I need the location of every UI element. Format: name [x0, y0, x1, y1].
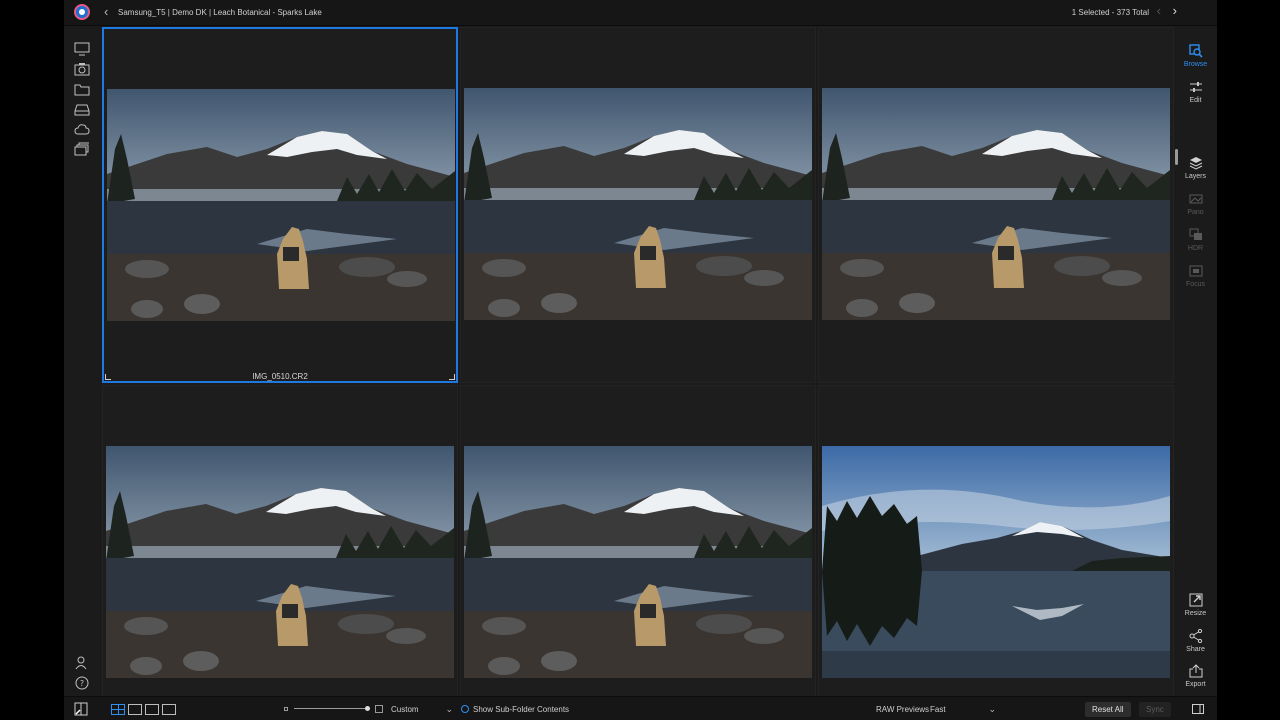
share-button[interactable]: Share — [1174, 629, 1217, 653]
pano-label: Pano — [1187, 209, 1204, 216]
photo-thumbnail[interactable] — [822, 446, 1170, 678]
photo-thumbnail[interactable] — [464, 446, 812, 678]
selection-corner-icon — [105, 374, 111, 380]
left-rail: ? — [64, 26, 100, 696]
svg-text:?: ? — [80, 679, 84, 688]
camera-icon[interactable] — [74, 62, 90, 76]
breadcrumb: Samsung_T5 | Demo DK | Leach Botanical -… — [118, 8, 322, 17]
reset-all-label: Reset All — [1085, 701, 1131, 717]
cloud-icon[interactable] — [74, 122, 90, 136]
chevron-down-icon: ⌄ — [445, 703, 453, 714]
sync-button[interactable]: Sync — [1139, 697, 1171, 720]
photo-thumbnail[interactable] — [106, 446, 454, 678]
selection-counter: 1 Selected - 373 Total — [1071, 8, 1149, 17]
edit-label: Edit — [1189, 97, 1202, 104]
browse-module-button[interactable]: Browse — [1174, 44, 1217, 68]
single-view-icon[interactable] — [128, 703, 142, 715]
top-bar: ‹ Samsung_T5 | Demo DK | Leach Botanical… — [64, 0, 1217, 26]
back-chevron-icon[interactable]: ‹ — [104, 5, 108, 19]
resize-label: Resize — [1184, 610, 1207, 617]
app-window: ‹ Samsung_T5 | Demo DK | Leach Botanical… — [64, 0, 1217, 720]
share-icon — [1189, 629, 1203, 643]
previous-icon[interactable]: ‹ — [1157, 4, 1161, 18]
raw-previews-dropdown[interactable]: Fast ⌄ — [930, 697, 996, 720]
reset-all-button[interactable]: Reset All — [1085, 697, 1131, 720]
compare-view-icon[interactable] — [162, 703, 176, 715]
hdr-button[interactable]: HDR — [1174, 228, 1217, 252]
view-mode-switcher — [111, 697, 179, 720]
albums-icon[interactable] — [74, 142, 90, 156]
thumbnail-grid: IMG_0510.CR2 — [102, 27, 1174, 720]
export-button[interactable]: Export — [1174, 664, 1217, 688]
user-icon[interactable] — [74, 656, 90, 670]
thumbnail-cell[interactable]: IMG_0510.CR2 — [102, 27, 458, 383]
export-label: Export — [1185, 681, 1206, 688]
sync-label: Sync — [1139, 701, 1171, 717]
browse-icon — [1188, 44, 1203, 58]
photo-thumbnail[interactable] — [464, 88, 812, 320]
browse-label: Browse — [1183, 61, 1208, 68]
export-icon — [1189, 664, 1203, 678]
thumbnail-filename: IMG_0510.CR2 — [252, 372, 308, 381]
drive-icon[interactable] — [74, 102, 90, 116]
hdr-icon — [1189, 228, 1203, 242]
thumbnail-size-slider[interactable] — [294, 708, 370, 709]
focus-icon — [1189, 264, 1203, 278]
slider-knob[interactable] — [365, 706, 370, 711]
next-icon[interactable]: › — [1173, 4, 1177, 18]
share-label: Share — [1186, 646, 1205, 653]
pano-button[interactable]: Pano — [1174, 192, 1217, 216]
sliders-icon — [1189, 80, 1203, 94]
selection-corner-icon — [449, 374, 455, 380]
radio-icon — [461, 705, 469, 713]
pano-icon — [1189, 192, 1203, 206]
bottom-bar: Custom ⌄ Show Sub-Folder Contents RAW Pr… — [64, 696, 1217, 720]
photo-thumbnail[interactable] — [822, 88, 1170, 320]
help-icon[interactable]: ? — [74, 676, 90, 690]
resize-button[interactable]: Resize — [1174, 593, 1217, 617]
thumb-size-large-icon — [375, 697, 383, 720]
sort-value: Custom — [391, 704, 419, 714]
compare-icon[interactable] — [74, 697, 88, 720]
right-rail: Browse Edit Layers Pano HDR Focus Resize… — [1174, 26, 1217, 696]
sort-dropdown[interactable]: Custom ⌄ — [391, 697, 453, 720]
focus-label: Focus — [1185, 281, 1206, 288]
thumbnail-cell[interactable] — [818, 27, 1174, 383]
filmstrip-view-icon[interactable] — [145, 703, 159, 715]
edit-module-button[interactable]: Edit — [1174, 80, 1217, 104]
monitor-icon[interactable] — [74, 42, 90, 56]
thumbnail-cell[interactable] — [460, 385, 816, 720]
folder-icon[interactable] — [74, 82, 90, 96]
resize-icon — [1189, 593, 1203, 607]
raw-previews-label: RAW Previews — [876, 704, 930, 714]
chevron-down-icon: ⌄ — [988, 703, 996, 714]
photo-thumbnail[interactable] — [107, 89, 455, 321]
thumbnail-cell[interactable] — [460, 27, 816, 383]
subfolder-label: Show Sub-Folder Contents — [473, 704, 570, 714]
focus-button[interactable]: Focus — [1174, 264, 1217, 288]
thumb-size-small-icon — [284, 697, 288, 720]
layers-button[interactable]: Layers — [1174, 156, 1217, 180]
panel-toggle-icon[interactable] — [1192, 697, 1204, 720]
layers-icon — [1189, 156, 1203, 170]
raw-previews-value: Fast — [930, 704, 946, 714]
thumbnail-cell[interactable] — [102, 385, 458, 720]
thumbnail-cell[interactable] — [818, 385, 1174, 720]
subfolder-toggle[interactable]: Show Sub-Folder Contents — [461, 697, 569, 720]
hdr-label: HDR — [1187, 245, 1204, 252]
layers-label: Layers — [1184, 173, 1206, 180]
grid-view-icon[interactable] — [111, 703, 125, 715]
app-logo[interactable] — [74, 4, 90, 20]
